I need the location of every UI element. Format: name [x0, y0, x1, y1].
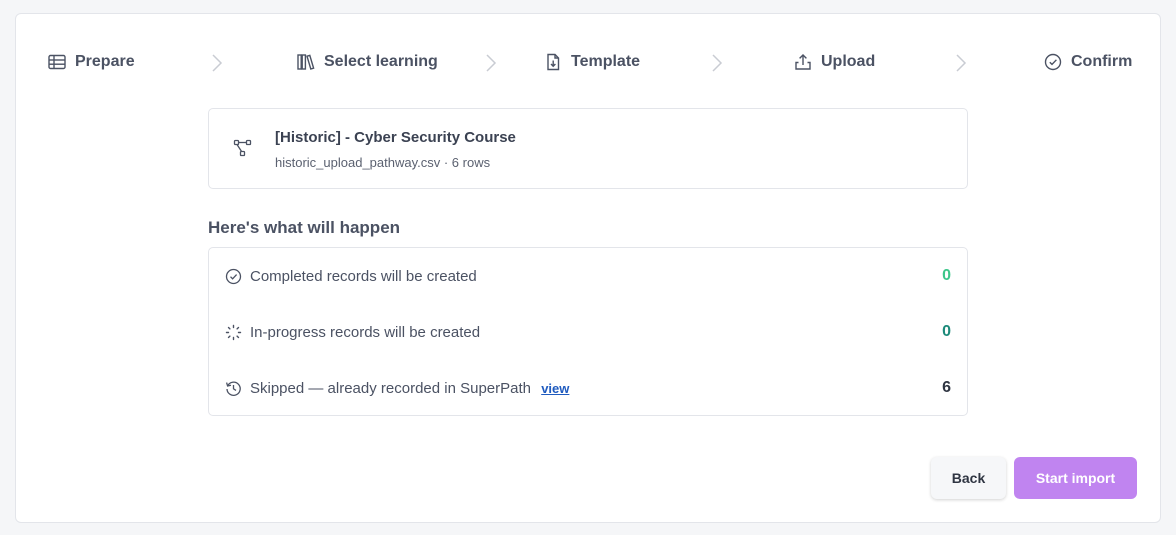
step-label: Template	[571, 53, 641, 70]
file-summary-box: [Historic] - Cyber Security Course histo…	[208, 108, 968, 189]
completed-count: 0	[942, 267, 951, 284]
file-download-icon	[543, 52, 563, 72]
check-circle-icon	[225, 268, 242, 285]
step-label: Select learning	[324, 53, 438, 70]
step-upload[interactable]: Upload	[793, 51, 875, 73]
list-item: Completed records will be created 0	[209, 264, 967, 288]
step-label: Upload	[821, 53, 876, 70]
skipped-count: 6	[942, 379, 951, 396]
row-text: Skipped — already recorded in SuperPath …	[250, 380, 569, 397]
table-icon	[47, 52, 67, 72]
step-label: Prepare	[75, 53, 135, 70]
section-title: Here's what will happen	[208, 218, 401, 237]
list-item: Skipped — already recorded in SuperPath …	[209, 376, 967, 400]
row-text: In-progress records will be created	[250, 323, 481, 341]
file-meta: historic_upload_pathway.csv · 6 rows	[275, 155, 491, 170]
library-icon	[296, 52, 316, 72]
file-title: [Historic] - Cyber Security Course	[275, 129, 516, 146]
row-text-label: Skipped — already recorded in SuperPath	[250, 379, 532, 397]
step-label: Confirm	[1071, 53, 1133, 70]
back-button[interactable]: Back	[931, 457, 1006, 499]
chevron-right-icon	[484, 52, 498, 74]
chevron-right-icon	[210, 52, 224, 74]
step-select-learning[interactable]: Select learning	[296, 51, 438, 73]
chevron-right-icon	[710, 52, 724, 74]
upload-icon	[793, 52, 813, 72]
view-skipped-link[interactable]: view	[541, 381, 569, 396]
chevron-right-icon	[954, 52, 968, 74]
step-template[interactable]: Template	[543, 51, 640, 73]
list-item: In-progress records will be created 0	[209, 320, 967, 344]
pathway-icon	[233, 139, 253, 157]
loading-icon	[225, 324, 242, 341]
check-circle-icon	[1043, 52, 1063, 72]
import-wizard-card: Prepare Select learning Template Upload …	[15, 13, 1161, 523]
start-import-button[interactable]: Start import	[1014, 457, 1137, 499]
history-icon	[225, 380, 242, 397]
step-confirm[interactable]: Confirm	[1043, 51, 1132, 73]
in-progress-count: 0	[942, 323, 951, 340]
step-prepare[interactable]: Prepare	[47, 51, 135, 73]
import-summary-list: Completed records will be created 0 In-p…	[208, 247, 968, 416]
row-text: Completed records will be created	[250, 267, 477, 285]
